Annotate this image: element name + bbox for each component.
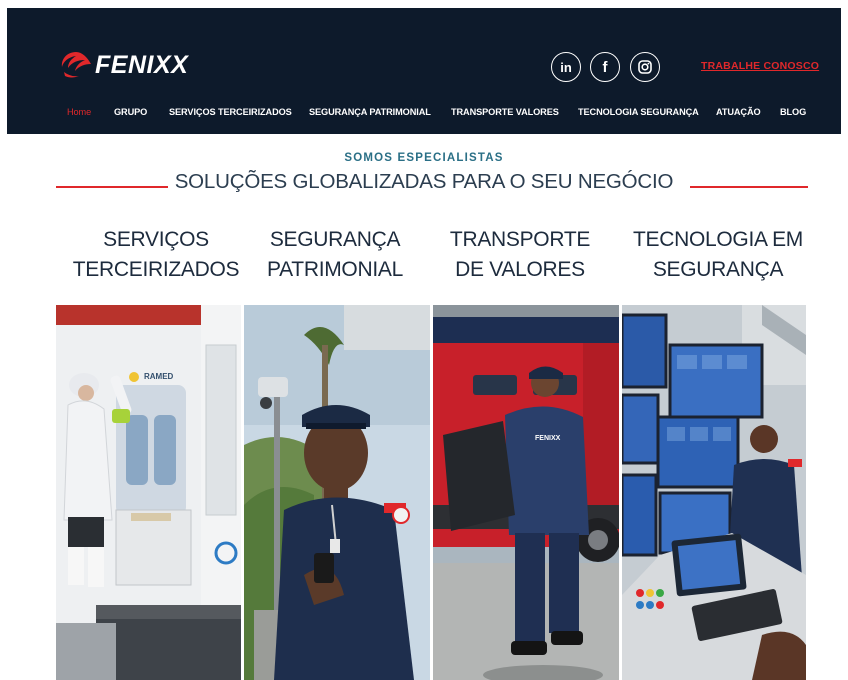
service-title-servicos[interactable]: SERVIÇOS TERCEIRIZADOS (66, 225, 246, 285)
nav-item-blog[interactable]: BLOG (780, 107, 806, 117)
linkedin-icon: in (560, 59, 572, 75)
nav-item-atuacao[interactable]: ATUAÇÃO (716, 107, 761, 117)
main-nav: Home GRUPO SERVIÇOS TERCEIRIZADOS SEGURA… (7, 107, 841, 121)
nav-item-home[interactable]: Home (67, 107, 91, 117)
headline-right-rule (690, 186, 808, 188)
facebook-icon: f (602, 58, 608, 76)
monitoring-center-photo[interactable] (622, 305, 806, 680)
service-title-transporte[interactable]: TRANSPORTE DE VALORES (430, 225, 610, 285)
instagram-button[interactable] (630, 52, 660, 82)
fenixx-logo[interactable]: FENIXX (59, 48, 188, 82)
armored-truck-photo[interactable]: FENIXX (433, 305, 619, 680)
linkedin-button[interactable]: in (551, 52, 581, 82)
site-header: FENIXX in f TRABALHE CONOSCO Home GRUPO … (7, 8, 841, 134)
service-photos: RAMED FENIXX (56, 305, 806, 680)
trabalhe-conosco-link[interactable]: TRABALHE CONOSCO (701, 60, 819, 72)
nav-item-seguranca-patrimonial[interactable]: SEGURANÇA PATRIMONIAL (309, 107, 431, 117)
security-guard-photo[interactable] (244, 305, 430, 680)
nav-item-grupo[interactable]: GRUPO (114, 107, 147, 117)
instagram-icon (638, 60, 652, 74)
service-title-seguranca[interactable]: SEGURANÇA PATRIMONIAL (245, 225, 425, 285)
logo-wordmark: FENIXX (95, 50, 189, 79)
ambulance-label: RAMED (144, 372, 174, 381)
vest-logo-text: FENIXX (535, 435, 561, 442)
section-eyebrow: SOMOS ESPECIALISTAS (344, 152, 504, 164)
section-headline: SOLUÇÕES GLOBALIZADAS PARA O SEU NEGÓCIO (174, 170, 674, 193)
nav-item-transporte-valores[interactable]: TRANSPORTE VALORES (451, 107, 559, 117)
facebook-button[interactable]: f (590, 52, 620, 82)
phoenix-logo-icon (61, 52, 91, 78)
service-title-tecnologia[interactable]: TECNOLOGIA EM SEGURANÇA (620, 225, 816, 285)
ambulance-cleaning-photo[interactable]: RAMED (56, 305, 241, 680)
nav-item-tecnologia-seguranca[interactable]: TECNOLOGIA SEGURANÇA (578, 107, 699, 117)
nav-item-servicos-terceirizados[interactable]: SERVIÇOS TERCEIRIZADOS (169, 107, 292, 117)
